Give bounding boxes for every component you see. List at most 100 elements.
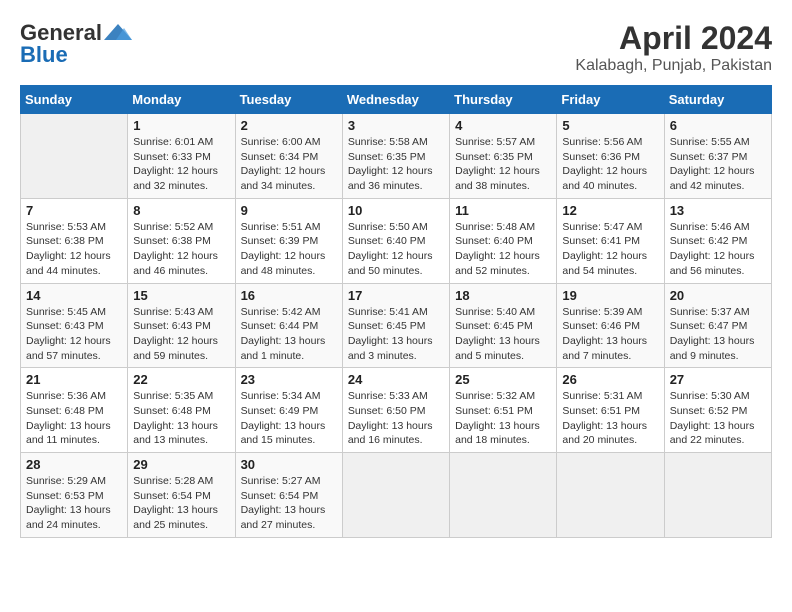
calendar-cell	[21, 114, 128, 199]
daylight-label: Daylight: 12 hours and 59 minutes.	[133, 335, 218, 362]
calendar-cell: 16Sunrise: 5:42 AMSunset: 6:44 PMDayligh…	[235, 283, 342, 368]
calendar-cell: 7 Sunrise: 5:53 AMSunset: 6:38 PMDaylight…	[21, 198, 128, 283]
calendar-cell: 20Sunrise: 5:37 AMSunset: 6:47 PMDayligh…	[664, 283, 771, 368]
day-number: 1	[133, 118, 229, 133]
day-number: 2	[241, 118, 337, 133]
calendar-cell: 30Sunrise: 5:27 AMSunset: 6:54 PMDayligh…	[235, 453, 342, 538]
calendar-cell: 27Sunrise: 5:30 AMSunset: 6:52 PMDayligh…	[664, 368, 771, 453]
week-row-4: 21Sunrise: 5:36 AMSunset: 6:48 PMDayligh…	[21, 368, 772, 453]
day-number: 13	[670, 203, 766, 218]
calendar-cell: 25Sunrise: 5:32 AMSunset: 6:51 PMDayligh…	[450, 368, 557, 453]
calendar-cell: 13Sunrise: 5:46 AMSunset: 6:42 PMDayligh…	[664, 198, 771, 283]
cell-info: Sunrise: 5:51 AMSunset: 6:39 PMDaylight:…	[241, 220, 337, 279]
sunrise-label: Sunrise: 5:43 AM	[133, 306, 213, 318]
sunset-label: Sunset: 6:39 PM	[241, 235, 319, 247]
sunset-label: Sunset: 6:33 PM	[133, 151, 211, 163]
calendar-cell: 22 Sunrise: 5:35 AMSunset: 6:48 PMDayligh…	[128, 368, 235, 453]
cell-info: Sunrise: 5:41 AMSunset: 6:45 PMDaylight:…	[348, 305, 444, 364]
daylight-label: Daylight: 12 hours and 40 minutes.	[562, 165, 647, 192]
title-block: April 2024 Kalabagh, Punjab, Pakistan	[575, 20, 772, 75]
sunrise-label: Sunrise: 5:33 AM	[348, 390, 428, 402]
calendar-body: 1 Sunrise: 6:01 AM Sunset: 6:33 PM Daylight…	[21, 114, 772, 538]
day-number: 29	[133, 457, 229, 472]
sunrise-label: Sunrise: 5:37 AM	[670, 306, 750, 318]
day-number: 5	[562, 118, 658, 133]
cell-info: Sunrise: 5:48 AMSunset: 6:40 PMDaylight:…	[455, 220, 551, 279]
sunset-label: Sunset: 6:45 PM	[348, 320, 426, 332]
sunset-label: Sunset: 6:44 PM	[241, 320, 319, 332]
cell-info: Sunrise: 5:52 AMSunset: 6:38 PMDaylight:…	[133, 220, 229, 279]
cell-info: Sunrise: 5:27 AMSunset: 6:54 PMDaylight:…	[241, 474, 337, 533]
sunset-label: Sunset: 6:54 PM	[133, 490, 211, 502]
daylight-label: Daylight: 13 hours and 7 minutes.	[562, 335, 647, 362]
sunset-label: Sunset: 6:36 PM	[562, 151, 640, 163]
sunrise-label: Sunrise: 6:01 AM	[133, 136, 213, 148]
sunrise-label: Sunrise: 5:40 AM	[455, 306, 535, 318]
sunset-label: Sunset: 6:47 PM	[670, 320, 748, 332]
sunrise-label: Sunrise: 5:48 AM	[455, 221, 535, 233]
cell-info: Sunrise: 5:45 AMSunset: 6:43 PMDaylight:…	[26, 305, 122, 364]
calendar-cell: 29Sunrise: 5:28 AMSunset: 6:54 PMDayligh…	[128, 453, 235, 538]
cell-info: Sunrise: 5:56 AM Sunset: 6:36 PM Daylight:…	[562, 135, 658, 194]
day-number: 19	[562, 288, 658, 303]
column-header-monday: Monday	[128, 86, 235, 114]
calendar-cell: 6Sunrise: 5:55 AMSunset: 6:37 PMDaylight…	[664, 114, 771, 199]
calendar-cell: 17Sunrise: 5:41 AMSunset: 6:45 PMDayligh…	[342, 283, 449, 368]
cell-info: Sunrise: 5:40 AMSunset: 6:45 PMDaylight:…	[455, 305, 551, 364]
day-number: 10	[348, 203, 444, 218]
sunrise-label: Sunrise: 5:52 AM	[133, 221, 213, 233]
calendar-title: April 2024	[575, 20, 772, 57]
sunset-label: Sunset: 6:52 PM	[670, 405, 748, 417]
cell-info: Sunrise: 5:53 AMSunset: 6:38 PMDaylight:…	[26, 220, 122, 279]
sunset-label: Sunset: 6:45 PM	[455, 320, 533, 332]
sunrise-label: Sunrise: 5:56 AM	[562, 136, 642, 148]
daylight-label: Daylight: 12 hours and 54 minutes.	[562, 250, 647, 277]
day-number: 4	[455, 118, 551, 133]
calendar-cell: 26Sunrise: 5:31 AMSunset: 6:51 PMDayligh…	[557, 368, 664, 453]
calendar-cell	[342, 453, 449, 538]
sunrise-label: Sunrise: 5:58 AM	[348, 136, 428, 148]
day-number: 22	[133, 372, 229, 387]
daylight-label: Daylight: 12 hours and 52 minutes.	[455, 250, 540, 277]
sunset-label: Sunset: 6:53 PM	[26, 490, 104, 502]
calendar-cell	[450, 453, 557, 538]
week-row-1: 1 Sunrise: 6:01 AM Sunset: 6:33 PM Daylight…	[21, 114, 772, 199]
day-number: 11	[455, 203, 551, 218]
calendar-cell: 18Sunrise: 5:40 AMSunset: 6:45 PMDayligh…	[450, 283, 557, 368]
cell-info: Sunrise: 5:57 AMSunset: 6:35 PMDaylight:…	[455, 135, 551, 194]
page-header: General Blue April 2024 Kalabagh, Punjab…	[20, 20, 772, 75]
calendar-cell: 1Sunrise: 6:01 AMSunset: 6:33 PMDaylight…	[128, 114, 235, 199]
cell-info: Sunrise: 5:43 AMSunset: 6:43 PMDaylight:…	[133, 305, 229, 364]
daylight-label: Daylight: 12 hours and 44 minutes.	[26, 250, 111, 277]
calendar-cell: 2Sunrise: 6:00 AMSunset: 6:34 PMDaylight…	[235, 114, 342, 199]
calendar-subtitle: Kalabagh, Punjab, Pakistan	[575, 57, 772, 75]
sunrise-label: Sunrise: 5:45 AM	[26, 306, 106, 318]
calendar-cell: 8Sunrise: 5:52 AMSunset: 6:38 PMDaylight…	[128, 198, 235, 283]
sunrise-label: Sunrise: 5:39 AM	[562, 306, 642, 318]
cell-info: Sunrise: 5:33 AMSunset: 6:50 PMDaylight:…	[348, 389, 444, 448]
calendar-cell: 12Sunrise: 5:47 AMSunset: 6:41 PMDayligh…	[557, 198, 664, 283]
cell-info: Sunrise: 5:35 AMSunset: 6:48 PMDaylight:…	[133, 389, 229, 448]
cell-info: Sunrise: 5:39 AMSunset: 6:46 PMDaylight:…	[562, 305, 658, 364]
day-number: 6	[670, 118, 766, 133]
sunrise-label: Sunrise: 5:29 AM	[26, 475, 106, 487]
sunrise-label: Sunrise: 6:00 AM	[241, 136, 321, 148]
sunrise-label: Sunrise: 5:47 AM	[562, 221, 642, 233]
cell-info: Sunrise: 5:32 AMSunset: 6:51 PMDaylight:…	[455, 389, 551, 448]
daylight-label: Daylight: 13 hours and 11 minutes.	[26, 420, 111, 447]
daylight-label: Daylight: 12 hours and 36 minutes.	[348, 165, 433, 192]
sunrise-label: Sunrise: 5:57 AM	[455, 136, 535, 148]
day-number: 27	[670, 372, 766, 387]
week-row-5: 28Sunrise: 5:29 AMSunset: 6:53 PMDayligh…	[21, 453, 772, 538]
day-number: 12	[562, 203, 658, 218]
calendar-cell: 9Sunrise: 5:51 AMSunset: 6:39 PMDaylight…	[235, 198, 342, 283]
daylight-label: Daylight: 12 hours and 42 minutes.	[670, 165, 755, 192]
cell-info: Sunrise: 6:01 AMSunset: 6:33 PMDaylight:…	[133, 135, 229, 194]
cell-info: Sunrise: 5:30 AMSunset: 6:52 PMDaylight:…	[670, 389, 766, 448]
logo-icon	[102, 22, 134, 44]
column-header-friday: Friday	[557, 86, 664, 114]
day-number: 21	[26, 372, 122, 387]
sunrise-label: Sunrise: 5:55 AM	[670, 136, 750, 148]
sunrise-label: Sunrise: 5:30 AM	[670, 390, 750, 402]
day-number: 7	[26, 203, 122, 218]
